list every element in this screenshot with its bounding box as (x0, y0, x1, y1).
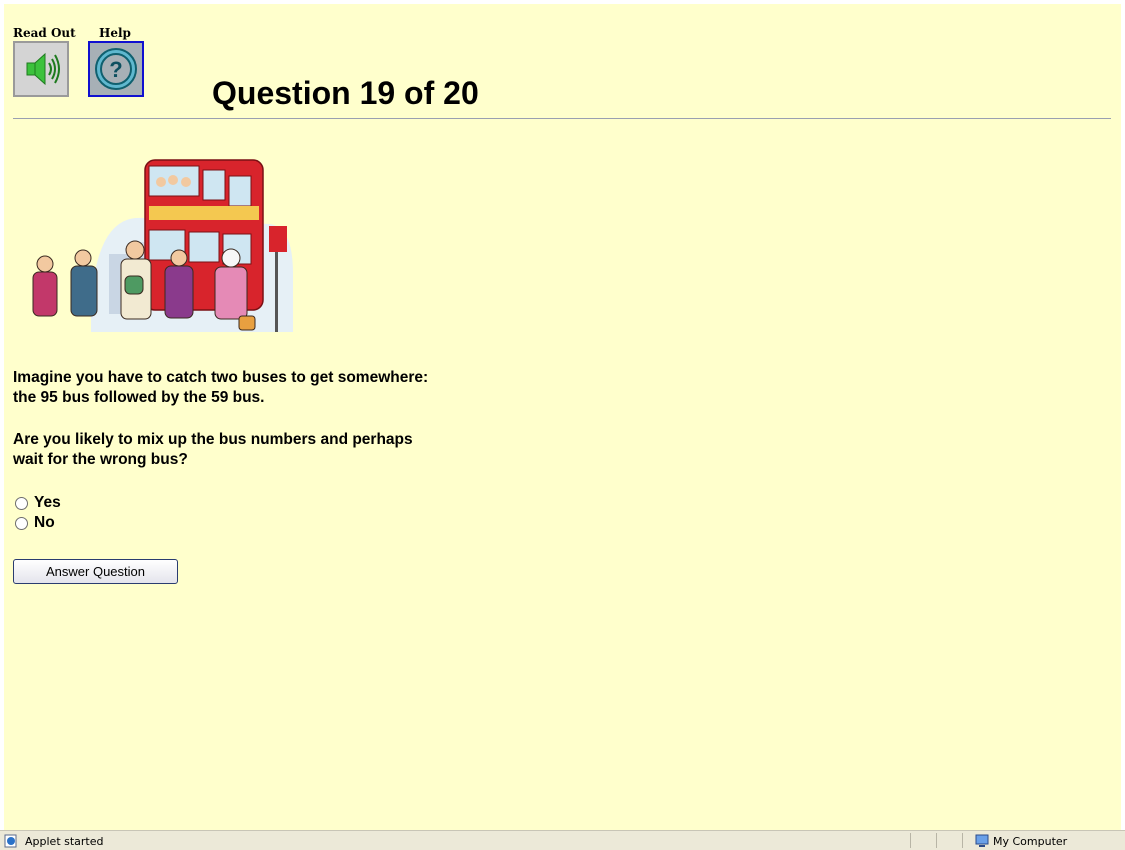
help-button[interactable]: ? (88, 41, 144, 97)
status-pane-divider (910, 833, 911, 848)
help-label: Help (99, 26, 131, 40)
no-radio[interactable] (15, 516, 28, 530)
question-text-line: Are you likely to mix up the bus numbers… (13, 431, 413, 448)
bus-illustration (32, 159, 293, 332)
status-bar: Applet started My Computer (0, 830, 1125, 850)
page-content: Read Out Help ? Question 19 of 20 Imagin… (4, 4, 1121, 830)
speaker-icon (26, 52, 60, 86)
header-divider (13, 118, 1111, 119)
read-out-button[interactable] (13, 41, 69, 97)
answer-question-button[interactable]: Answer Question (13, 559, 178, 584)
svg-text:?: ? (109, 57, 122, 82)
page-icon (4, 834, 17, 848)
yes-radio[interactable] (15, 496, 28, 510)
option-no[interactable]: No (15, 514, 55, 532)
status-pane-divider (962, 833, 963, 848)
yes-label: Yes (34, 494, 61, 511)
option-yes[interactable]: Yes (15, 494, 61, 512)
question-mark-icon: ? (95, 48, 137, 90)
question-text-line: Imagine you have to catch two buses to g… (13, 369, 429, 386)
page-title: Question 19 of 20 (212, 75, 479, 111)
no-label: No (34, 514, 55, 531)
question-text-line: wait for the wrong bus? (13, 451, 188, 468)
security-zone-text: My Computer (993, 835, 1068, 848)
question-text-line: the 95 bus followed by the 59 bus. (13, 389, 265, 406)
read-out-label: Read Out (13, 26, 76, 40)
status-pane-divider (936, 833, 937, 848)
status-text: Applet started (25, 835, 104, 848)
computer-icon (975, 834, 989, 847)
